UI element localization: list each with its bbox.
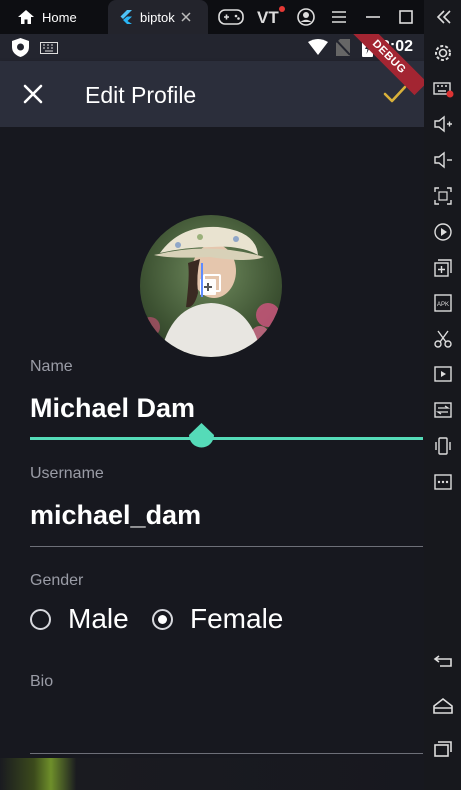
name-underline [30,437,423,440]
name-input[interactable]: Michael Dam [30,393,195,424]
emulator-title-bar: Home biptok VT [0,0,424,34]
menu-icon[interactable] [328,6,350,28]
text-cursor [201,263,203,297]
minimize-icon[interactable] [362,6,384,28]
name-label: Name [30,358,73,375]
content-peek-image [0,758,424,790]
radio-male-label[interactable]: Male [68,603,129,635]
avatar-photo [140,215,282,357]
keyboard-icon[interactable] [432,78,454,100]
notification-dot [278,6,285,12]
tab-home-label: Home [42,9,77,25]
edit-profile-form: Name Michael Dam Username michael_dam Ge… [0,127,424,790]
recents-icon[interactable] [432,738,454,760]
svg-text:APK: APK [437,302,449,308]
avatar[interactable] [140,215,282,357]
username-input[interactable]: michael_dam [30,500,201,531]
emulator-sidebar: APK [424,0,461,790]
radio-male[interactable] [30,609,51,630]
gamepad-icon[interactable] [217,6,245,28]
vt-label: VT [257,8,279,27]
video-icon[interactable] [432,363,454,385]
bio-underline [30,753,423,754]
tab-close-icon[interactable] [178,9,194,25]
radio-female[interactable] [152,609,173,630]
add-window-icon[interactable] [432,257,454,279]
home-nav-icon[interactable] [432,695,454,717]
username-label: Username [30,465,104,482]
bio-label: Bio [30,673,54,690]
tab-app-label: biptok [140,9,175,25]
tab-biptok[interactable]: biptok [108,0,208,34]
volume-up-icon[interactable] [432,113,454,135]
gender-label: Gender [30,572,84,589]
username-underline [30,546,423,547]
tab-home[interactable]: Home [0,0,104,34]
close-icon[interactable] [22,83,44,105]
debug-banner: DEBUG [350,34,424,96]
apk-icon[interactable]: APK [432,292,454,314]
maximize-icon[interactable] [395,6,417,28]
volume-down-icon[interactable] [432,149,454,171]
page-title: Edit Profile [85,82,197,108]
screenshot-icon[interactable] [432,185,454,207]
keyboard-icon [40,42,58,54]
record-icon[interactable] [432,221,454,243]
settings-icon[interactable] [432,42,454,64]
debug-banner-clip: DEBUG [346,34,424,104]
more-icon[interactable] [432,471,454,493]
collapse-icon[interactable] [432,6,454,28]
home-icon [18,10,34,24]
shake-icon[interactable] [432,435,454,457]
cursor-handle[interactable] [188,423,215,453]
scissors-icon[interactable] [432,328,454,350]
bio-input[interactable] [30,707,423,747]
radio-female-label[interactable]: Female [190,603,283,635]
wifi-icon [308,39,328,55]
account-icon[interactable] [295,6,317,28]
vt-icon[interactable]: VT [257,6,285,28]
radio-selected-dot [158,615,167,624]
flutter-icon [120,10,132,24]
back-icon[interactable] [432,650,454,672]
shield-icon [12,38,29,57]
sync-icon[interactable] [432,399,454,421]
